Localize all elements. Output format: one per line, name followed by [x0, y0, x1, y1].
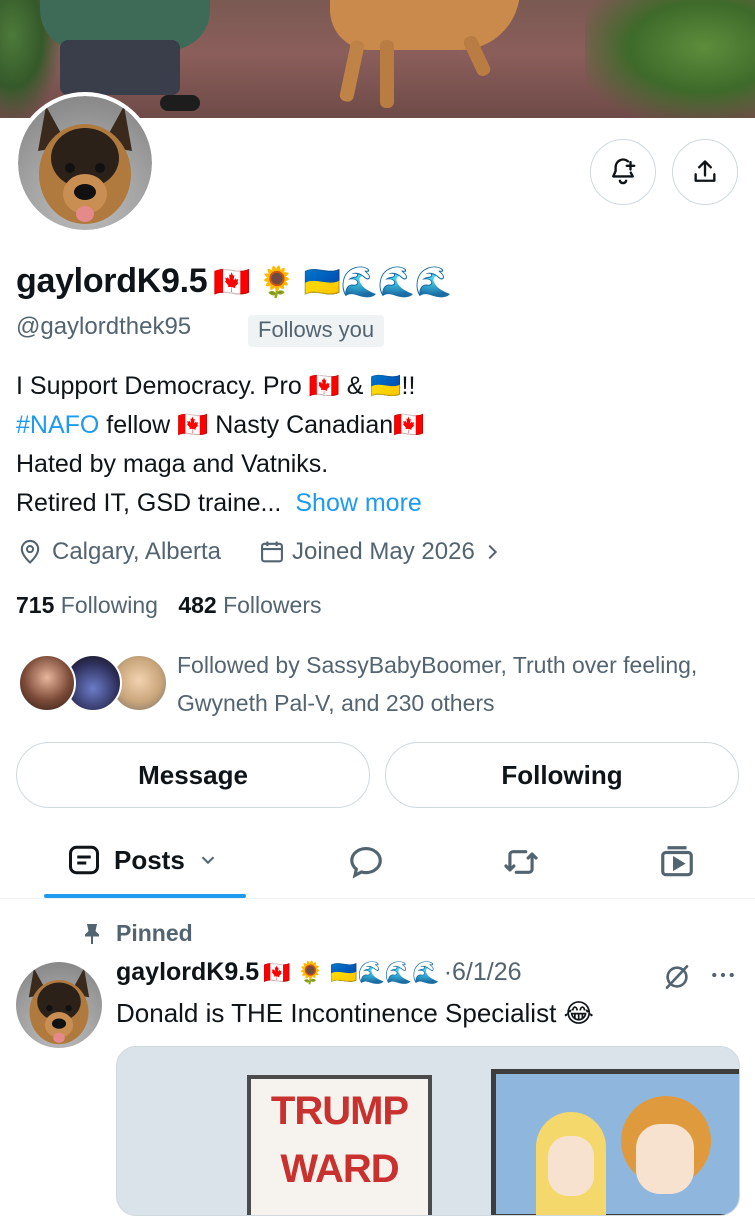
profile-display-name: gaylordK9.5 🇨🇦 🌻 🇺🇦🌊🌊🌊 [16, 262, 452, 301]
bio-line-3: Hated by maga and Vatniks. [16, 450, 329, 478]
calendar-icon [261, 541, 283, 563]
tab-posts-label: Posts [114, 844, 185, 875]
show-more-link[interactable]: Show more [295, 489, 421, 517]
banner-dog-leg [380, 40, 394, 108]
location-icon [20, 539, 40, 564]
pinned-label-text: Pinned [116, 920, 193, 946]
cartoon-face [636, 1124, 694, 1194]
pinned-label: Pinned [80, 920, 193, 947]
post-author-emojis: 🇨🇦 🌻 🇺🇦🌊🌊🌊 [263, 960, 440, 985]
chevron-down-icon [201, 856, 215, 865]
post-author-avatar[interactable] [16, 962, 102, 1048]
notification-add-icon [612, 158, 636, 185]
profile-handle: @gaylordthek95 [16, 313, 192, 340]
joined-text: Joined May 2026 [292, 538, 475, 565]
tabs-divider [0, 898, 755, 899]
following-button[interactable]: Following [385, 742, 739, 808]
display-name-text: gaylordK9.5 [16, 262, 208, 300]
location-text: Calgary, Alberta [52, 538, 221, 565]
posts-icon [69, 845, 99, 875]
follower-avatar [18, 654, 76, 712]
more-icon [712, 972, 734, 978]
followers-count-link[interactable]: 482 Followers [178, 592, 321, 618]
banner-dog-leg [338, 39, 366, 103]
more-button[interactable] [708, 960, 738, 995]
cartoon-window [491, 1069, 739, 1215]
cartoon-sign: TRUMP WARD [247, 1075, 432, 1215]
tab-reposts[interactable] [502, 843, 540, 886]
bio-line-1: I Support Democracy. Pro 🇨🇦 & 🇺🇦!! [16, 372, 416, 400]
profile-location: Calgary, Alberta [16, 538, 221, 566]
post-text: Donald is THE Incontinence Specialist 😂 [116, 998, 594, 1028]
post-date[interactable]: ·6/1/26 [444, 958, 522, 987]
followers-you-know-avatars[interactable] [18, 654, 168, 716]
media-icon [661, 846, 693, 877]
banner-person-legs [60, 40, 180, 95]
sign-line-1: TRUMP [270, 1089, 409, 1133]
post-author-name[interactable]: gaylordK9.5 [116, 958, 259, 987]
hashtag-link[interactable]: #NAFO [16, 411, 99, 439]
bio-line-2: #NAFO fellow 🇨🇦 Nasty Canadian🇨🇦 [16, 411, 425, 439]
banner-foliage-right [585, 0, 755, 118]
grok-button[interactable] [662, 962, 692, 997]
avatar-dog-image [18, 96, 152, 230]
following-count-link[interactable]: 715 Following [16, 592, 158, 618]
pin-icon [85, 923, 99, 944]
follow-counts: 715 Following 482 Followers [16, 592, 322, 619]
tab-replies[interactable] [347, 843, 385, 886]
message-button[interactable]: Message [16, 742, 370, 808]
chevron-right-icon [488, 544, 497, 560]
post-header: gaylordK9.5 🇨🇦 🌻 🇺🇦🌊🌊🌊 ·6/1/26 [116, 958, 522, 987]
profile-joined[interactable]: Joined May 2026 [258, 538, 503, 566]
sign-line-2: WARD [280, 1147, 399, 1191]
post-media-image[interactable]: TRUMP WARD [116, 1046, 740, 1216]
reposts-icon [504, 850, 538, 874]
bio-line-4: Retired IT, GSD traine... Show more [16, 489, 422, 517]
name-emojis: 🇨🇦 🌻 🇺🇦🌊🌊🌊 [213, 266, 452, 299]
tab-posts[interactable]: Posts [66, 842, 219, 878]
tab-media[interactable] [658, 843, 696, 886]
cartoon-face [548, 1136, 594, 1196]
follows-you-badge: Follows you [248, 315, 385, 347]
grok-icon [665, 965, 689, 989]
share-button[interactable] [672, 139, 738, 205]
replies-icon [350, 846, 382, 879]
share-icon [694, 160, 716, 182]
banner-shoe [160, 95, 200, 111]
followed-by-text[interactable]: Followed by SassyBabyBoomer, Truth over … [177, 646, 737, 722]
notification-add-button[interactable] [590, 139, 656, 205]
profile-avatar[interactable] [14, 92, 156, 234]
